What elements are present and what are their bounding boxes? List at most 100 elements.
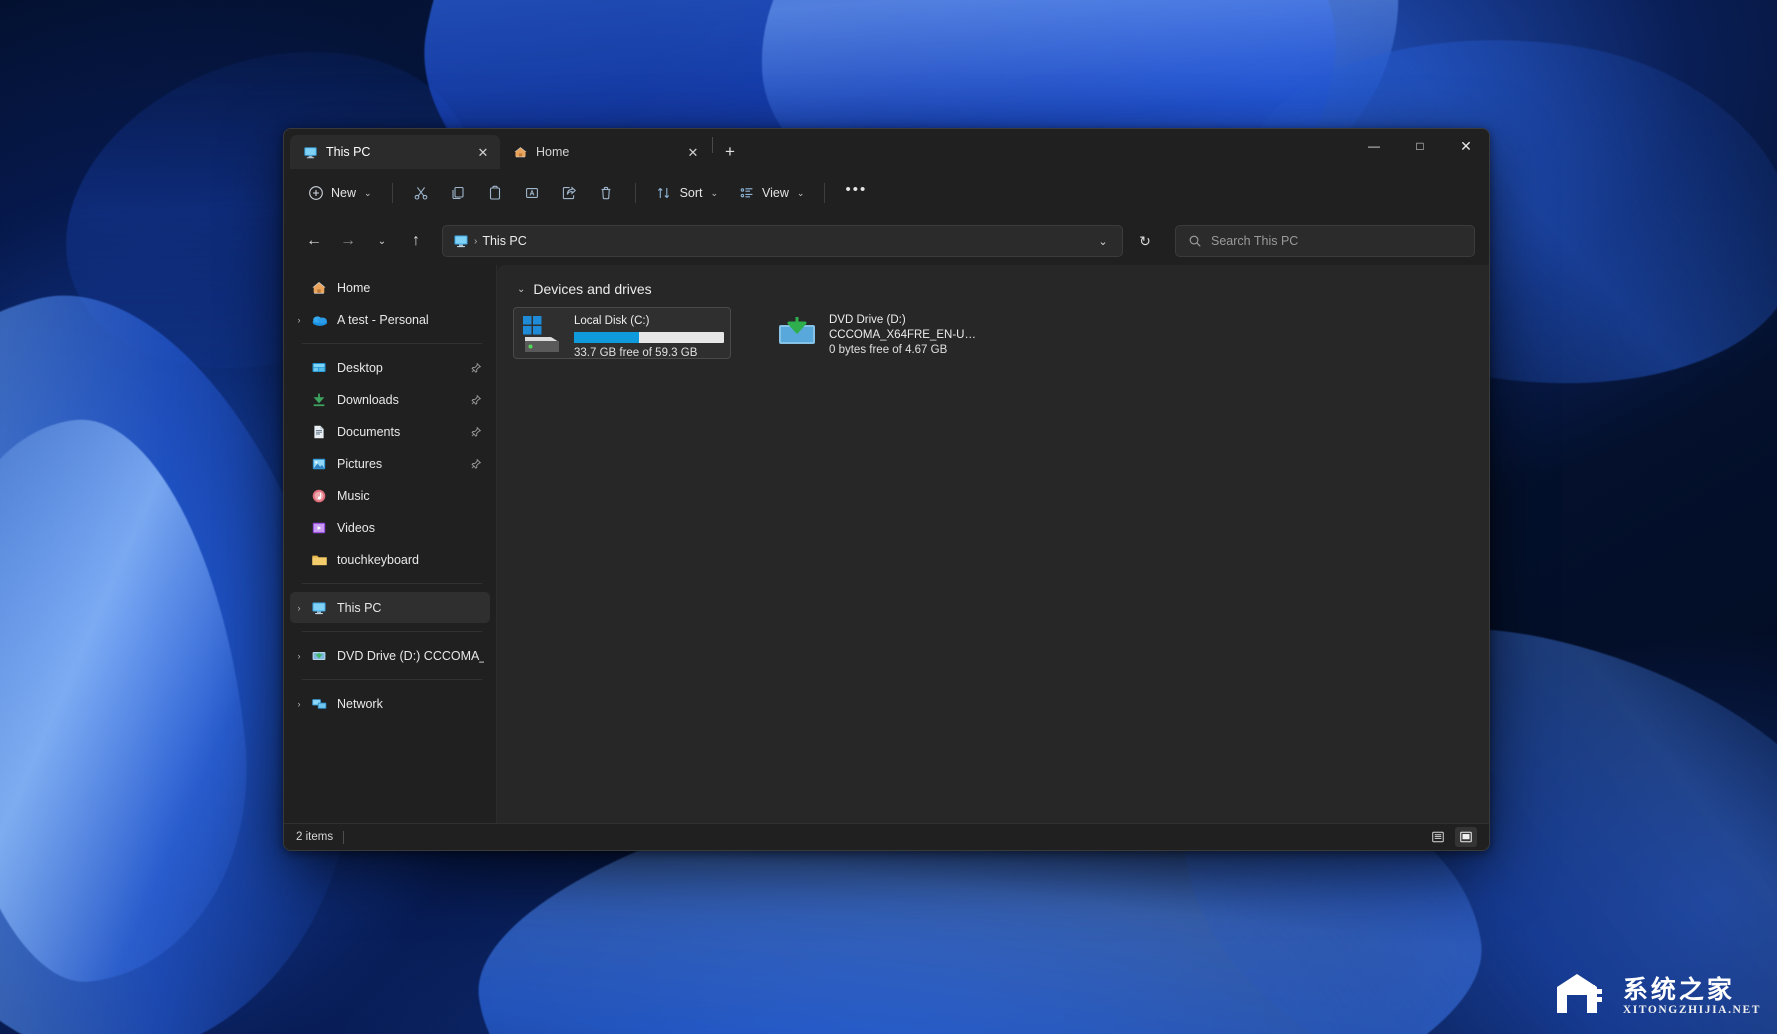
file-explorer-window: This PC ✕ Home ✕ + — □ ✕ <box>283 128 1490 851</box>
folder-icon <box>308 552 330 568</box>
copy-button[interactable] <box>441 177 476 209</box>
sidebar-item-label: Music <box>337 489 484 503</box>
view-button[interactable]: View ⌄ <box>729 177 813 209</box>
new-button-label: New <box>331 186 356 200</box>
search-input[interactable]: Search This PC <box>1211 234 1298 248</box>
content-pane: ⌄ Devices and drives <box>497 265 1489 823</box>
plus-circle-icon <box>307 185 324 202</box>
sidebar-item-label: Downloads <box>337 393 468 407</box>
sidebar-item-downloads[interactable]: Downloads <box>290 384 490 415</box>
sidebar-item-videos[interactable]: Videos <box>290 512 490 543</box>
share-button[interactable] <box>552 177 587 209</box>
sidebar-item-onedrive[interactable]: › A test - Personal <box>290 304 490 335</box>
drive-tile-dvd-drive-d[interactable]: DVD Drive (D:) CCCOMA_X64FRE_EN-US_DV9 0… <box>769 307 987 359</box>
sidebar-item-network[interactable]: › Network <box>290 688 490 719</box>
forward-button[interactable]: → <box>332 225 364 257</box>
recent-locations-button[interactable]: ⌄ <box>366 225 398 257</box>
title-bar: This PC ✕ Home ✕ + — □ ✕ <box>284 129 1489 169</box>
dvd-icon <box>308 648 330 664</box>
pin-icon[interactable] <box>468 426 484 438</box>
watermark-chinese: 系统之家 <box>1623 977 1735 1002</box>
navigation-pane: Home › A test - Personal <box>284 265 497 823</box>
back-button[interactable]: ← <box>298 225 330 257</box>
breadcrumb-separator: › <box>474 236 477 247</box>
paste-icon <box>487 185 504 202</box>
pin-icon[interactable] <box>468 458 484 470</box>
explorer-body: Home › A test - Personal <box>284 265 1489 823</box>
expander[interactable]: › <box>290 603 308 613</box>
view-button-label: View <box>762 186 789 200</box>
local-disk-icon <box>520 313 564 355</box>
close-button[interactable]: ✕ <box>1443 129 1489 163</box>
tab-close-button[interactable]: ✕ <box>472 141 494 163</box>
sidebar-item-label: Documents <box>337 425 468 439</box>
expander[interactable]: › <box>290 699 308 709</box>
delete-button[interactable] <box>589 177 624 209</box>
sidebar-item-label: touchkeyboard <box>337 553 484 567</box>
maximize-button[interactable]: □ <box>1397 129 1443 163</box>
drive-tile-local-disk-c[interactable]: Local Disk (C:) 33.7 GB free of 59.3 GB <box>513 307 731 359</box>
sidebar-item-touchkeyboard[interactable]: touchkeyboard <box>290 544 490 575</box>
toolbar-divider <box>392 183 393 203</box>
desktop-icon <box>308 360 330 376</box>
window-controls: — □ ✕ <box>1351 129 1489 169</box>
this-pc-icon <box>308 600 330 616</box>
downloads-icon <box>308 392 330 408</box>
address-bar[interactable]: › This PC ⌄ <box>442 225 1123 257</box>
pin-icon[interactable] <box>468 362 484 374</box>
sidebar-divider <box>302 343 482 344</box>
expander[interactable]: › <box>290 651 308 661</box>
onedrive-icon <box>308 312 330 328</box>
minimize-button[interactable]: — <box>1351 129 1397 163</box>
tab-home[interactable]: Home ✕ <box>500 135 710 169</box>
watermark-logo-icon <box>1553 971 1615 1022</box>
pictures-icon <box>308 456 330 472</box>
item-count-label: 2 items <box>296 831 333 843</box>
sidebar-item-label: This PC <box>337 601 484 615</box>
sidebar-item-this-pc[interactable]: › This PC <box>290 592 490 623</box>
this-pc-icon <box>302 145 318 160</box>
toolbar-divider <box>824 183 825 203</box>
sidebar-divider <box>302 583 482 584</box>
address-dropdown-button[interactable]: ⌄ <box>1090 228 1116 254</box>
drive-name: Local Disk (C:) <box>574 314 724 329</box>
chevron-down-icon: ⌄ <box>711 188 719 199</box>
drive-capacity: 33.7 GB free of 59.3 GB <box>574 346 724 361</box>
breadcrumb-path[interactable]: This PC <box>482 234 526 248</box>
sidebar-item-dvd-drive[interactable]: › DVD Drive (D:) CCCOMA_X64FRE_EN-US_DV9 <box>290 640 490 671</box>
sidebar-item-documents[interactable]: Documents <box>290 416 490 447</box>
rename-button[interactable] <box>515 177 550 209</box>
more-options-button[interactable]: ••• <box>836 177 876 209</box>
search-icon <box>1186 233 1203 250</box>
sidebar-item-desktop[interactable]: Desktop <box>290 352 490 383</box>
home-icon <box>512 145 528 160</box>
documents-icon <box>308 424 330 440</box>
group-header-devices-and-drives[interactable]: ⌄ Devices and drives <box>517 281 1473 297</box>
pin-icon[interactable] <box>468 394 484 406</box>
chevron-down-icon: ⌄ <box>364 188 372 199</box>
sort-button[interactable]: Sort ⌄ <box>647 177 727 209</box>
copy-icon <box>450 185 467 202</box>
videos-icon <box>308 520 330 536</box>
sidebar-item-pictures[interactable]: Pictures <box>290 448 490 479</box>
tab-close-button[interactable]: ✕ <box>682 141 704 163</box>
details-view-icon[interactable] <box>1427 827 1449 847</box>
new-button[interactable]: New ⌄ <box>298 177 381 209</box>
expander[interactable]: › <box>290 315 308 325</box>
paste-button[interactable] <box>478 177 513 209</box>
cut-button[interactable] <box>404 177 439 209</box>
tab-this-pc[interactable]: This PC ✕ <box>290 135 500 169</box>
watermark-text: 系统之家 XITONGZHIJIA.NET <box>1623 977 1761 1016</box>
sort-button-label: Sort <box>680 186 703 200</box>
up-button[interactable]: ↑ <box>400 225 432 257</box>
large-icons-view-icon[interactable] <box>1455 827 1477 847</box>
chevron-down-icon[interactable]: ⌄ <box>517 284 525 295</box>
sidebar-item-home[interactable]: Home <box>290 272 490 303</box>
new-tab-button[interactable]: + <box>715 137 745 167</box>
sidebar-item-music[interactable]: Music <box>290 480 490 511</box>
status-divider <box>343 831 344 844</box>
group-header-label: Devices and drives <box>533 281 651 297</box>
home-icon <box>308 280 330 296</box>
search-box[interactable]: Search This PC <box>1175 225 1475 257</box>
refresh-button[interactable]: ↻ <box>1129 225 1161 257</box>
